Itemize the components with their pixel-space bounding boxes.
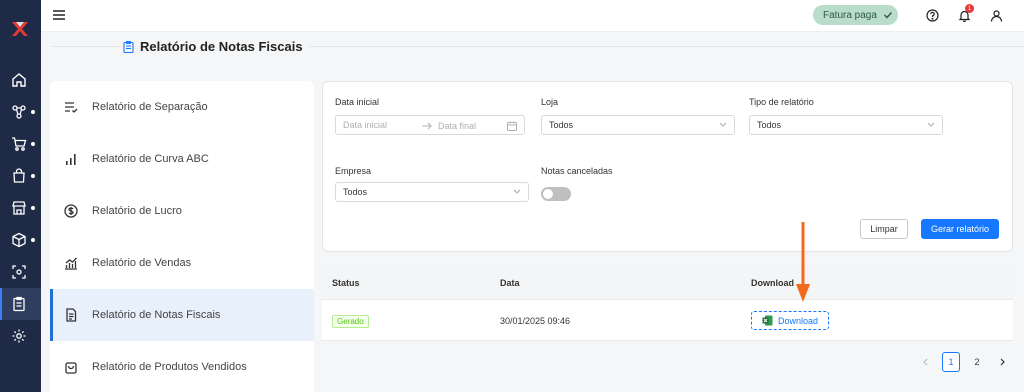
report-type-select[interactable]: Todos: [749, 115, 943, 135]
calendar-icon: [507, 121, 517, 131]
menu-icon[interactable]: [53, 9, 65, 21]
page-button[interactable]: 2: [968, 352, 986, 372]
canceled-notes-label: Notas canceladas: [541, 166, 613, 176]
menu-item-label: Relatório de Separação: [92, 101, 208, 113]
settings-icon: [12, 329, 26, 343]
menu-item-label: Relatório de Vendas: [92, 257, 192, 269]
store-value: Todos: [549, 120, 574, 130]
menu-item-label: Relatório de Curva ABC: [92, 153, 209, 165]
toggle-knob: [543, 189, 553, 199]
status-badge: Gerado: [332, 315, 369, 328]
company-select[interactable]: Todos: [335, 182, 529, 202]
scan-icon: [12, 265, 26, 279]
sidebar-item-store[interactable]: [0, 192, 41, 224]
page-title-text: Relatório de Notas Fiscais: [140, 39, 303, 54]
cart-icon: [12, 137, 27, 151]
start-date-input[interactable]: Data inicial: [343, 120, 387, 130]
store-select[interactable]: Todos: [541, 115, 735, 135]
menu-item-produtos-vendidos[interactable]: Relatório de Produtos Vendidos: [50, 341, 314, 392]
menu-item-lucro[interactable]: Relatório de Lucro: [50, 185, 314, 237]
report-icon: [123, 40, 134, 53]
next-page-button[interactable]: [994, 352, 1012, 372]
sidebar-item-scan[interactable]: [0, 256, 41, 288]
chevron-down-icon: [927, 122, 935, 127]
company-value: Todos: [343, 187, 368, 197]
help-icon[interactable]: [926, 9, 939, 22]
chevron-down-icon: [719, 122, 727, 127]
menu-item-label: Relatório de Notas Fiscais: [92, 309, 221, 321]
annotation-arrow-icon: [796, 222, 810, 302]
store-label: Loja: [541, 97, 559, 107]
dollar-circle-icon: [64, 204, 78, 218]
menu-item-notas-fiscais[interactable]: Relatório de Notas Fiscais: [50, 289, 314, 341]
arrow-right-icon: [422, 122, 432, 130]
chevron-right-icon: [1000, 358, 1005, 366]
results-table: Status Data Download Gerado 30/01/2025 0…: [322, 264, 1013, 341]
page-title: Relatório de Notas Fiscais: [123, 39, 309, 54]
home-icon: [12, 73, 26, 87]
sidebar-item-cart[interactable]: [0, 128, 41, 160]
sidebar-item-home[interactable]: [0, 64, 41, 96]
expand-dot: [31, 110, 35, 114]
expand-dot: [31, 206, 35, 210]
invoice-status-badge[interactable]: Fatura paga: [813, 5, 898, 25]
checklist-icon: [65, 102, 78, 113]
sidebar-item-settings[interactable]: [0, 320, 41, 352]
page-button[interactable]: 1: [942, 352, 960, 372]
shopping-bag-icon: [13, 168, 25, 183]
sidebar: [0, 0, 41, 392]
report-type-value: Todos: [757, 120, 782, 130]
bar-chart-icon: [66, 154, 76, 165]
sidebar-item-reports[interactable]: [0, 288, 41, 320]
store-icon: [12, 201, 26, 215]
excel-icon: [762, 315, 773, 326]
company-label: Empresa: [335, 166, 372, 176]
chevron-down-icon: [513, 189, 521, 194]
report-type-label: Tipo de relatório: [749, 97, 814, 107]
canceled-notes-toggle[interactable]: [541, 187, 571, 201]
user-icon[interactable]: [990, 9, 1003, 22]
sales-chart-icon: [65, 257, 77, 270]
column-header-status: Status: [332, 278, 360, 288]
menu-item-curva-abc[interactable]: Relatório de Curva ABC: [50, 133, 314, 185]
sidebar-item-network[interactable]: [0, 96, 41, 128]
sidebar-item-bag[interactable]: [0, 160, 41, 192]
invoice-icon: [66, 308, 77, 322]
expand-dot: [31, 174, 35, 178]
column-header-date: Data: [500, 278, 520, 288]
sidebar-item-box[interactable]: [0, 224, 41, 256]
start-date-label: Data inicial: [335, 97, 380, 107]
column-header-download: Download: [751, 278, 794, 288]
prev-page-button[interactable]: [916, 352, 934, 372]
page-header: Relatório de Notas Fiscais: [41, 32, 1024, 76]
table-header: Status Data Download: [322, 264, 1013, 300]
date-cell: 30/01/2025 09:46: [500, 316, 571, 326]
table-row: Gerado 30/01/2025 09:46 Download: [322, 300, 1013, 341]
download-button[interactable]: Download: [751, 311, 829, 330]
bag-icon: [65, 362, 77, 374]
logo-icon[interactable]: [10, 19, 30, 39]
menu-item-label: Relatório de Produtos Vendidos: [92, 361, 247, 373]
network-icon: [12, 105, 26, 119]
box-icon: [12, 232, 26, 248]
filter-panel: Data inicial Data inicial Data final Loj…: [322, 81, 1013, 252]
expand-dot: [31, 238, 35, 242]
topbar: Fatura paga 1: [41, 0, 1024, 32]
check-icon: [883, 12, 892, 19]
generate-report-button[interactable]: Gerar relatório: [921, 219, 999, 239]
notification-badge: 1: [965, 4, 974, 13]
date-range-picker[interactable]: Data inicial Data final: [335, 115, 525, 135]
clear-button[interactable]: Limpar: [860, 219, 908, 239]
chevron-left-icon: [923, 358, 928, 366]
end-date-input[interactable]: Data final: [438, 121, 476, 131]
report-icon: [13, 296, 25, 312]
download-label: Download: [777, 315, 819, 326]
expand-dot: [31, 142, 35, 146]
invoice-status-label: Fatura paga: [823, 9, 877, 21]
reports-menu: Relatório de Separação Relatório de Curv…: [50, 81, 314, 392]
menu-item-label: Relatório de Lucro: [92, 205, 182, 217]
menu-item-vendas[interactable]: Relatório de Vendas: [50, 237, 314, 289]
menu-item-separacao[interactable]: Relatório de Separação: [50, 81, 314, 133]
